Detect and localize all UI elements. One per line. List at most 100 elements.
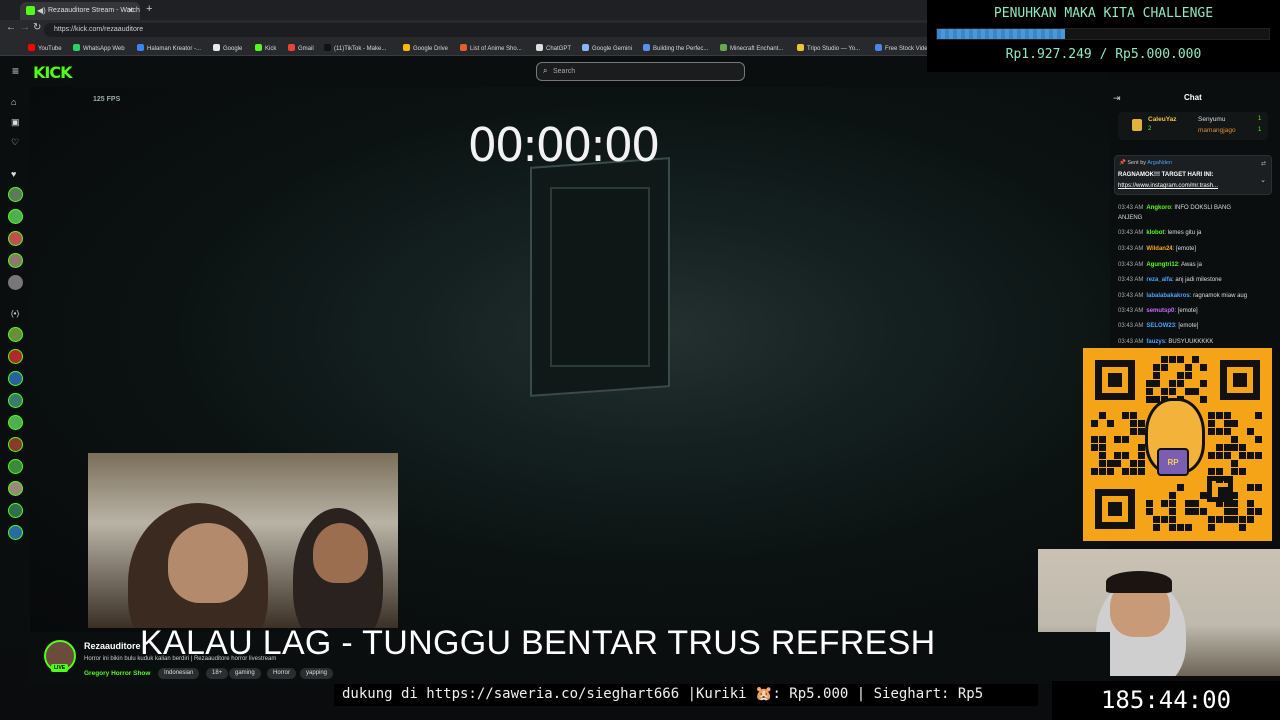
chat-username[interactable]: Wildan24 — [1146, 246, 1172, 252]
qr-finder — [1095, 489, 1135, 529]
followed-channel-avatar[interactable] — [8, 209, 23, 224]
home-icon[interactable]: ⌂ — [11, 97, 16, 107]
stream-tag[interactable]: yapping — [300, 668, 334, 679]
qr-module — [1223, 420, 1231, 427]
pinned-link[interactable]: https://www.instagram.com/mr.trash... — [1118, 183, 1218, 189]
chat-username[interactable]: SELOW23 — [1146, 323, 1175, 329]
bookmark-item[interactable]: Google Gemini — [582, 44, 632, 52]
bookmark-item[interactable]: Google Drive — [403, 44, 448, 52]
qr-module — [1247, 500, 1254, 507]
new-tab-button[interactable]: + — [146, 3, 152, 15]
browse-icon[interactable]: ▣ — [11, 117, 20, 128]
leaderboard-user[interactable]: Senyumu — [1198, 116, 1225, 123]
pinned-message[interactable]: 📌 Sent by ArgaNden RAGNAMOK!!! TARGET HA… — [1114, 155, 1272, 195]
reload-icon[interactable]: ↻ — [33, 22, 41, 33]
bookmark-item[interactable]: Gmail — [288, 44, 314, 52]
followed-channel-avatar[interactable] — [8, 275, 23, 290]
bookmark-favicon-icon — [403, 44, 410, 51]
back-arrow-icon[interactable]: ← — [6, 22, 16, 33]
bookmark-item[interactable]: Google — [213, 44, 242, 52]
chat-message: 03:43 AM klobot: lemes gitu ja — [1118, 230, 1201, 236]
chat-username[interactable]: labalabakakros — [1146, 293, 1189, 299]
qr-module — [1153, 516, 1161, 523]
qr-module — [1130, 428, 1137, 435]
chat-username[interactable]: fauzys — [1146, 339, 1165, 345]
pinned-sender-name[interactable]: ArgaNden — [1147, 160, 1172, 166]
chat-username[interactable]: klobot — [1146, 230, 1164, 236]
recommended-channel-avatar[interactable] — [8, 437, 23, 452]
search-input[interactable]: ⌕ Search — [536, 62, 745, 81]
followed-channel-avatar[interactable] — [8, 187, 23, 202]
hamburger-menu-icon[interactable]: ≡ — [12, 64, 19, 78]
bookmark-item[interactable]: (11)TikTok - Make... — [324, 44, 386, 52]
qr-module — [1145, 380, 1153, 387]
qr-module — [1169, 524, 1176, 531]
unpin-icon[interactable]: ⇄ — [1261, 160, 1266, 167]
bookmark-item[interactable]: ChatGPT — [536, 44, 571, 52]
stream-tag[interactable]: gaming — [229, 668, 261, 679]
qr-module — [1145, 508, 1153, 515]
leaderboard-user[interactable]: mamangjago — [1198, 127, 1236, 134]
bookmark-item[interactable]: YouTube — [28, 44, 62, 52]
bookmark-label: Tripo Studio — Yo... — [807, 46, 861, 52]
donation-ticker: dukung di https://saweria.co/sieghart666… — [334, 684, 1038, 706]
webcam-person-face — [313, 523, 368, 583]
audio-playing-icon[interactable]: ◀) — [37, 6, 46, 15]
recommended-channel-avatar[interactable] — [8, 481, 23, 496]
stream-tag[interactable]: Indonesian — [158, 668, 200, 679]
forward-arrow-icon[interactable]: → — [20, 22, 30, 33]
qr-module — [1114, 452, 1122, 459]
chat-username[interactable]: reza_alfa — [1146, 277, 1172, 283]
stream-tag[interactable]: 18+ — [206, 668, 229, 679]
kick-logo[interactable]: KICK — [33, 63, 72, 82]
followed-channel-avatar[interactable] — [8, 231, 23, 246]
recommended-channel-avatar[interactable] — [8, 371, 23, 386]
address-field[interactable]: https://kick.com/rezaauditore — [44, 23, 944, 37]
browser-tab[interactable]: ◀) Rezaauditore Stream - Watch ✕ — [20, 2, 140, 20]
qr-module — [1192, 356, 1200, 363]
chat-username[interactable]: Agungtri12 — [1146, 262, 1178, 268]
bookmark-favicon-icon — [255, 44, 262, 51]
qr-module — [1184, 508, 1192, 515]
streamer-name[interactable]: Rezaauditore — [84, 641, 141, 651]
qr-module — [1231, 420, 1239, 427]
bookmark-item[interactable]: Free Stock Video — [875, 44, 931, 52]
recommended-channel-avatar[interactable] — [8, 393, 23, 408]
chat-username[interactable]: semutsp0 — [1146, 308, 1174, 314]
bookmark-item[interactable]: Minecraft Enchant... — [720, 44, 783, 52]
collapse-chat-icon[interactable]: ⇥ — [1113, 93, 1121, 104]
bookmark-label: Gmail — [298, 46, 314, 52]
recommended-channel-avatar[interactable] — [8, 503, 23, 518]
recommended-channel-avatar[interactable] — [8, 415, 23, 430]
leaderboard-user[interactable]: CaleuYaz — [1148, 116, 1177, 123]
qr-module — [1184, 524, 1192, 531]
following-heart-icon[interactable]: ♡ — [11, 137, 19, 148]
chat-username[interactable]: Angkoro — [1146, 205, 1171, 211]
stream-category[interactable]: Gregory Horror Show — [84, 670, 150, 677]
bookmark-item[interactable]: Kick — [255, 44, 276, 52]
qr-module — [1137, 452, 1145, 459]
favorites-heart-icon[interactable]: ♥ — [11, 169, 16, 179]
close-tab-icon[interactable]: ✕ — [127, 6, 134, 15]
bookmark-item[interactable]: Halaman Kreator -... — [137, 44, 201, 52]
bookmark-item[interactable]: Tripo Studio — Yo... — [797, 44, 860, 52]
qr-module — [1254, 436, 1262, 443]
qr-module — [1215, 444, 1223, 451]
qr-module — [1231, 508, 1239, 515]
qr-module — [1130, 420, 1137, 427]
qr-module — [1091, 468, 1098, 475]
stream-tag[interactable]: Horror — [267, 668, 297, 679]
bookmark-item[interactable]: Building the Perfec... — [643, 44, 708, 52]
chat-timestamp: 03:43 AM — [1118, 262, 1144, 268]
qr-module — [1176, 372, 1184, 379]
recommended-channel-avatar[interactable] — [8, 349, 23, 364]
recommended-channel-avatar[interactable] — [8, 327, 23, 342]
recommended-channel-avatar[interactable] — [8, 525, 23, 540]
recommended-channel-avatar[interactable] — [8, 459, 23, 474]
bookmark-item[interactable]: List of Anime Sho... — [460, 44, 522, 52]
tab-title: Rezaauditore Stream - Watch — [48, 7, 140, 14]
followed-channel-avatar[interactable] — [8, 253, 23, 268]
qr-module — [1223, 412, 1231, 419]
bookmark-item[interactable]: WhatsApp Web — [73, 44, 125, 52]
chevron-down-icon[interactable]: ⌄ — [1260, 176, 1266, 184]
